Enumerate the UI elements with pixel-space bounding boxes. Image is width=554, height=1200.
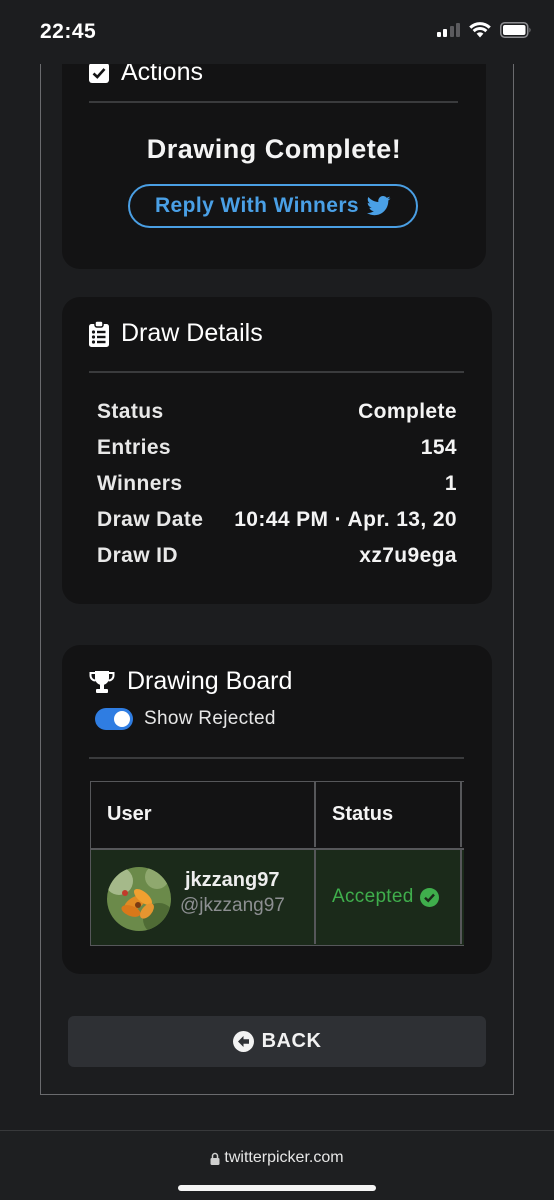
detail-row-winners: Winners 1 bbox=[97, 472, 457, 502]
detail-row-entries: Entries 154 bbox=[97, 436, 457, 466]
avatar bbox=[107, 867, 171, 931]
draw-details-card: Draw Details Status Complete Entries 154… bbox=[62, 297, 492, 604]
detail-row-draw-date: Draw Date 10:44 PM · Apr. 13, 20 bbox=[97, 508, 457, 538]
drawing-board-card: Drawing Board Show Rejected User Status bbox=[62, 645, 492, 974]
browser-url-bar[interactable]: twitterpicker.com bbox=[0, 1130, 554, 1200]
board-divider bbox=[89, 757, 464, 759]
detail-value: 154 bbox=[420, 436, 457, 459]
check-square-icon bbox=[89, 62, 109, 83]
status-badge: Accepted bbox=[332, 886, 439, 908]
detail-key: Draw Date bbox=[97, 508, 204, 531]
twitter-bird-icon bbox=[367, 196, 391, 216]
drawing-complete-text: Drawing Complete! bbox=[146, 134, 402, 164]
arrow-circle-left-icon bbox=[232, 1031, 254, 1052]
lock-icon bbox=[210, 1152, 220, 1165]
winner-handle: @jkzzang97 bbox=[180, 895, 285, 916]
drawing-board-title: Drawing Board bbox=[127, 667, 293, 695]
toggle-knob bbox=[114, 711, 130, 727]
detail-value: 1 bbox=[444, 472, 457, 495]
detail-key: Winners bbox=[97, 472, 183, 495]
reply-with-winners-button[interactable]: Reply With Winners bbox=[128, 184, 418, 228]
detail-row-draw-id: Draw ID xz7u9ega bbox=[97, 544, 457, 574]
column-divider bbox=[314, 850, 316, 944]
clipboard-list-icon bbox=[89, 320, 109, 347]
detail-key: Status bbox=[97, 400, 164, 423]
cellular-signal-icon bbox=[436, 23, 460, 37]
column-divider bbox=[314, 782, 316, 847]
detail-value: xz7u9ega bbox=[359, 544, 457, 567]
show-rejected-toggle[interactable] bbox=[95, 708, 133, 730]
check-circle-icon bbox=[419, 887, 439, 907]
show-rejected-label: Show Rejected bbox=[144, 708, 276, 729]
url-text: twitterpicker.com bbox=[224, 1149, 344, 1166]
reply-button-label: Reply With Winners bbox=[154, 194, 359, 217]
detail-key: Draw ID bbox=[97, 544, 178, 567]
drawing-board-header: Drawing Board bbox=[89, 667, 292, 696]
detail-key: Entries bbox=[97, 436, 171, 459]
draw-details-header: Draw Details bbox=[89, 319, 263, 348]
back-button[interactable]: BACK bbox=[68, 1016, 486, 1067]
back-label: BACK bbox=[261, 1030, 322, 1052]
status-bar: 22:45 bbox=[0, 0, 554, 64]
column-divider bbox=[460, 782, 462, 847]
column-divider bbox=[460, 850, 462, 944]
status-time: 22:45 bbox=[40, 20, 97, 43]
trophy-icon bbox=[89, 670, 115, 693]
table-row[interactable]: jkzzang97 @jkzzang97 Accepted bbox=[90, 849, 464, 946]
winner-name: jkzzang97 bbox=[185, 869, 280, 891]
status-icons bbox=[436, 22, 533, 38]
detail-value: 10:44 PM · Apr. 13, 20 bbox=[234, 508, 457, 531]
status-label: Accepted bbox=[332, 886, 414, 907]
column-header-user: User bbox=[107, 803, 152, 825]
table-header-row: User Status bbox=[90, 781, 464, 849]
actions-divider bbox=[89, 101, 458, 103]
column-header-status: Status bbox=[332, 803, 394, 825]
details-divider bbox=[89, 371, 464, 373]
detail-row-status: Status Complete bbox=[97, 400, 457, 430]
url-display[interactable]: twitterpicker.com bbox=[0, 1149, 554, 1167]
drawing-board-table[interactable]: User Status jkzzang97 @jkzzang97 Accepte… bbox=[90, 781, 464, 947]
draw-details-title: Draw Details bbox=[121, 319, 263, 347]
detail-value: Complete bbox=[358, 400, 457, 423]
battery-icon bbox=[500, 22, 531, 38]
wifi-icon bbox=[469, 22, 491, 38]
home-indicator[interactable] bbox=[178, 1185, 376, 1191]
